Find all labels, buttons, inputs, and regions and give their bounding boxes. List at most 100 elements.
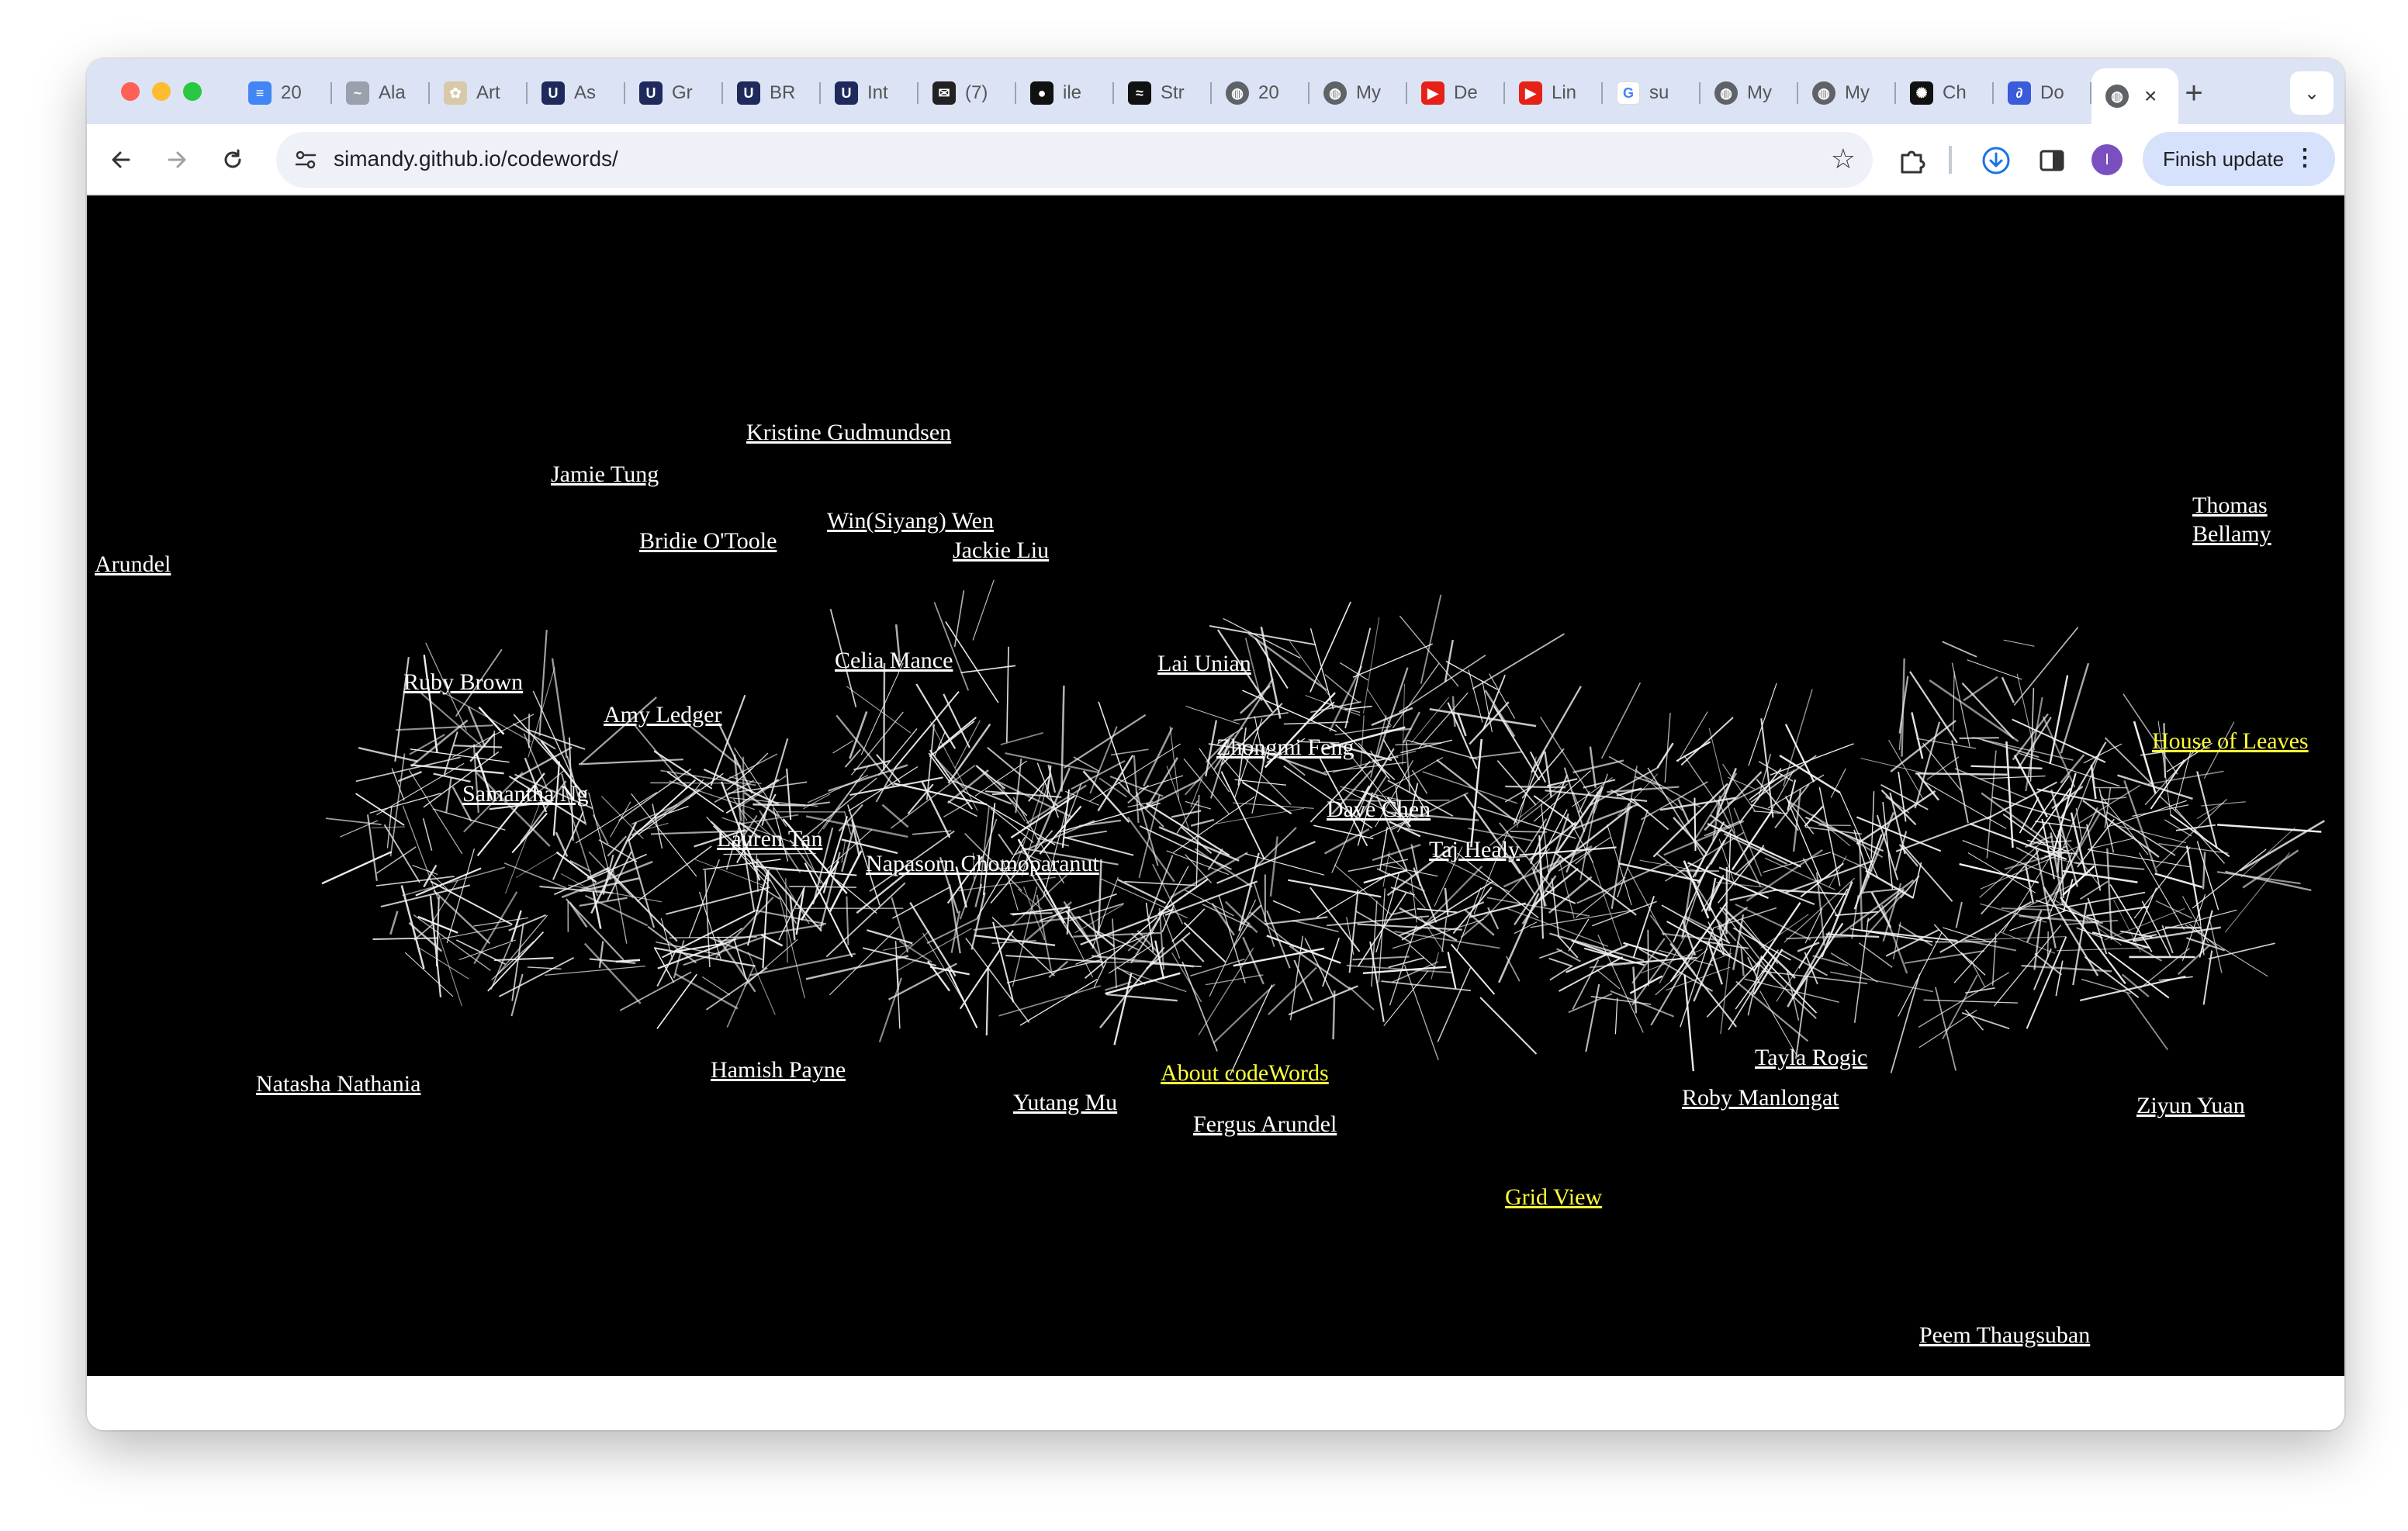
arrow-left-icon xyxy=(112,151,130,168)
forward-button[interactable] xyxy=(158,141,195,178)
tab-title: My xyxy=(1845,82,1870,103)
name-link-taj-healy[interactable]: Taj Healy xyxy=(1429,836,1520,864)
browser-tab[interactable]: U Gr xyxy=(625,68,723,118)
url-text[interactable]: simandy.github.io/codewords/ xyxy=(334,147,618,171)
tab-title: My xyxy=(1356,82,1381,103)
name-link-natasha-nathania[interactable]: Natasha Nathania xyxy=(256,1070,420,1098)
name-link-ziyun-yuan[interactable]: Ziyun Yuan xyxy=(2136,1092,2245,1120)
house-of-leaves-link[interactable]: House of Leaves xyxy=(2152,727,2309,755)
name-link-hamish-payne[interactable]: Hamish Payne xyxy=(711,1056,846,1084)
name-link-peem-thaugsuban[interactable]: Peem Thaugsuban xyxy=(1919,1322,2090,1350)
minimize-window-button[interactable] xyxy=(152,82,171,101)
name-link-arundel[interactable]: Arundel xyxy=(87,551,171,579)
chatgpt-icon: ✺ xyxy=(1910,81,1933,105)
browser-tab[interactable]: ● ile xyxy=(1016,68,1114,118)
name-link-win-siyang-wen[interactable]: Win(Siyang) Wen xyxy=(827,507,994,535)
browser-tab[interactable]: ∂ Do xyxy=(1994,68,2091,118)
side-panel-icon xyxy=(2040,150,2064,171)
profile-avatar[interactable]: I xyxy=(2091,144,2123,175)
browser-tab[interactable]: ◍ 20 xyxy=(1212,68,1310,118)
close-tab-icon[interactable]: × xyxy=(2144,84,2157,109)
name-link-yutang-mu[interactable]: Yutang Mu xyxy=(1013,1089,1117,1117)
university-crest-icon: U xyxy=(541,81,565,105)
address-bar[interactable]: simandy.github.io/codewords/ ☆ xyxy=(276,132,1873,188)
name-link-fergus-arundel[interactable]: Fergus Arundel xyxy=(1193,1111,1337,1139)
chevron-down-icon: ⌄ xyxy=(2303,82,2320,104)
browser-tab[interactable]: ◍ My xyxy=(1310,68,1407,118)
tab-title: Gr xyxy=(672,82,693,103)
back-button[interactable] xyxy=(102,141,140,178)
browser-bottom-area xyxy=(87,1376,2344,1430)
browser-tab[interactable]: ✉ (7) xyxy=(919,68,1016,118)
new-tab-button[interactable]: + xyxy=(2171,70,2217,116)
maximize-window-button[interactable] xyxy=(183,82,202,101)
finish-update-button[interactable]: Finish update ⋮ xyxy=(2143,132,2335,186)
about-codewords-link[interactable]: About codeWords xyxy=(1161,1059,1329,1087)
tab-title: Lin xyxy=(1552,82,1577,103)
title-art-strokes xyxy=(321,579,2325,1076)
tab-title: My xyxy=(1747,82,1772,103)
side-panel-button[interactable] xyxy=(2034,143,2070,178)
name-link-lauren-tan[interactable]: Lauren Tan xyxy=(717,825,822,853)
finish-update-label: Finish update xyxy=(2163,147,2285,171)
arrow-right-icon xyxy=(168,151,186,168)
browser-tab[interactable]: Gsu xyxy=(1603,68,1700,118)
name-link-kristine-gudmundsen[interactable]: Kristine Gudmundsen xyxy=(746,419,951,447)
name-link-celia-mance[interactable]: Celia Mance xyxy=(835,647,953,675)
bookmark-star-icon[interactable]: ☆ xyxy=(1831,143,1856,175)
globe-icon: ◍ xyxy=(2105,85,2129,108)
extensions-button[interactable] xyxy=(1894,143,1930,178)
browser-tab[interactable]: ◍ My xyxy=(1798,68,1896,118)
browser-tab[interactable]: ◍ My xyxy=(1700,68,1798,118)
downloads-button[interactable] xyxy=(1978,143,2014,178)
browser-tab[interactable]: ✺ Ch xyxy=(1896,68,1994,118)
browser-tab[interactable]: ✿ Art xyxy=(430,68,528,118)
tab-title: BR xyxy=(770,82,796,103)
globe-icon: ◍ xyxy=(1714,81,1738,105)
name-link-lai-unian[interactable]: Lai Unian xyxy=(1157,650,1251,678)
close-window-button[interactable] xyxy=(121,82,140,101)
youtube-icon: ▶ xyxy=(1421,81,1444,105)
name-link-ruby-brown[interactable]: Ruby Brown xyxy=(403,669,523,696)
name-link-bridie-otoole[interactable]: Bridie O'Toole xyxy=(639,527,777,555)
more-options-icon[interactable]: ⋮ xyxy=(2293,144,2316,171)
browser-tab[interactable]: ~ Ala xyxy=(332,68,430,118)
tab-title: Ala xyxy=(379,82,406,103)
name-link-napasorn-chomoparanut[interactable]: Napasorn Chomoparanut xyxy=(866,850,1099,878)
name-link-amy-ledger[interactable]: Amy Ledger xyxy=(604,701,721,729)
name-link-roby-manlongat[interactable]: Roby Manlongat xyxy=(1682,1084,1839,1112)
active-browser-tab[interactable]: ◍ × xyxy=(2091,68,2178,124)
name-link-thomas-bellamy[interactable]: Thomas Bellamy xyxy=(2192,492,2285,548)
browser-tab[interactable]: ≈ Str xyxy=(1114,68,1212,118)
name-link-jackie-liu[interactable]: Jackie Liu xyxy=(953,537,1049,565)
reload-icon xyxy=(224,149,241,168)
browser-tab[interactable]: ▶ Lin xyxy=(1505,68,1603,118)
browser-tab[interactable]: U BR xyxy=(723,68,821,118)
tab-title: Int xyxy=(867,82,888,103)
download-icon xyxy=(1982,147,2010,175)
toolbar-divider xyxy=(1949,146,1952,174)
browser-tab[interactable]: ≡ 20 xyxy=(234,68,332,118)
reload-button[interactable] xyxy=(214,141,251,178)
tab-title: 20 xyxy=(281,82,302,103)
name-link-tayla-rogic[interactable]: Tayla Rogic xyxy=(1755,1044,1867,1072)
site-logo-icon: ~ xyxy=(346,81,369,105)
browser-tab[interactable]: U As xyxy=(528,68,625,118)
site-info-icon[interactable] xyxy=(292,146,320,174)
tab-title: su xyxy=(1649,82,1669,103)
tab-search-button[interactable]: ⌄ xyxy=(2290,71,2334,115)
name-link-samantha-ng[interactable]: Samantha Ng xyxy=(462,780,588,808)
browser-tab[interactable]: ▶ De xyxy=(1407,68,1505,118)
tab-title: Art xyxy=(476,82,500,103)
google-docs-icon: ≡ xyxy=(248,81,272,105)
name-link-zhongmi-feng[interactable]: Zhongmi Feng xyxy=(1216,734,1354,762)
stripe-logo-icon: ≈ xyxy=(1128,81,1151,105)
name-link-dave-chen[interactable]: Dave Chen xyxy=(1327,796,1431,824)
browser-window: ≡ 20 ~ Ala ✿ Art U As U Gr U BR U Int ✉ (7) ● ile ≈ Str ◍ 20 ◍… xyxy=(87,59,2344,1430)
tab-title: Ch xyxy=(1943,82,1967,103)
grid-view-link[interactable]: Grid View xyxy=(1505,1184,1602,1211)
name-link-jamie-tung[interactable]: Jamie Tung xyxy=(551,461,659,489)
browser-tab[interactable]: U Int xyxy=(821,68,919,118)
codewords-title-art xyxy=(321,579,2325,1076)
globe-icon: ◍ xyxy=(1226,81,1249,105)
